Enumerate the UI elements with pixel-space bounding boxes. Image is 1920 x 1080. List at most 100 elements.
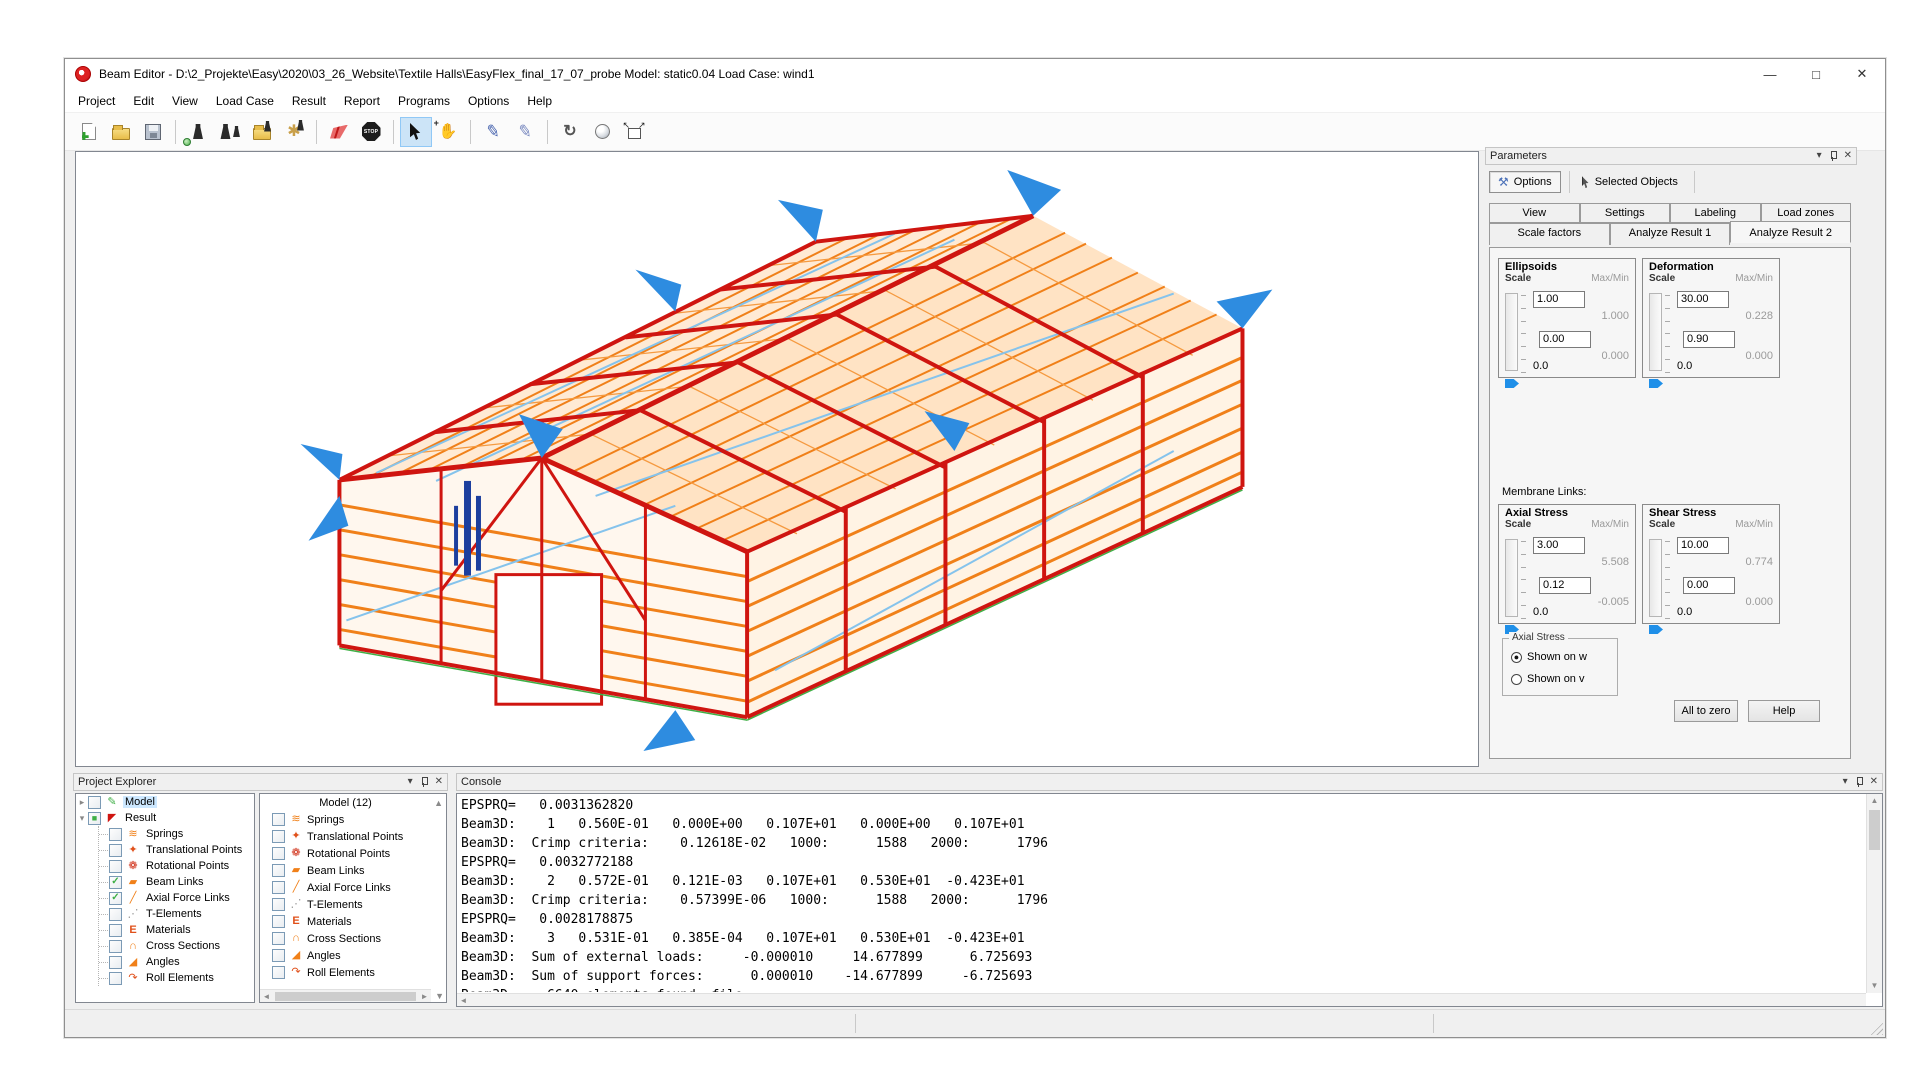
console-horizontal-scrollbar[interactable]: ◄ <box>457 993 1866 1006</box>
radio-shown-on-w[interactable]: ● Shown on w <box>1511 651 1617 663</box>
tab-selected-objects[interactable]: Selected Objects <box>1574 173 1686 191</box>
all-to-zero-button[interactable]: All to zero <box>1674 700 1738 722</box>
roll-elements-checkbox[interactable] <box>272 966 285 979</box>
close-button[interactable]: ✕ <box>1839 59 1885 89</box>
cross-sections-checkbox[interactable] <box>109 940 122 953</box>
springs-checkbox[interactable] <box>272 813 285 826</box>
ellipsoids-slider-thumb[interactable] <box>1505 379 1519 388</box>
menu-result[interactable]: Result <box>283 91 335 111</box>
save-project-button[interactable] <box>137 117 169 147</box>
deformation-slider[interactable] <box>1649 293 1662 371</box>
roll-elements-checkbox[interactable] <box>109 972 122 985</box>
tree-item-cross-sections[interactable]: ∩ Cross Sections <box>99 938 254 954</box>
tab-load-zones[interactable]: Load zones <box>1761 203 1852 223</box>
add-load-case-button[interactable] <box>182 117 214 147</box>
shear-threshold-input[interactable]: 0.00 <box>1683 577 1735 594</box>
close-panel-icon[interactable]: ✕ <box>1844 151 1852 161</box>
tree-item-materials[interactable]: E Materials <box>99 922 254 938</box>
3d-viewport[interactable] <box>75 151 1479 767</box>
console-vertical-scrollbar[interactable]: ▲ ▼ <box>1866 794 1882 993</box>
angles-checkbox[interactable] <box>109 956 122 969</box>
axial-force-links-checkbox[interactable] <box>272 881 285 894</box>
ellipsoids-scale-input[interactable]: 1.00 <box>1533 291 1585 308</box>
dropdown-icon[interactable]: ▾ <box>408 777 413 787</box>
resize-grip[interactable] <box>1869 1021 1883 1035</box>
pin-icon[interactable] <box>1855 777 1863 787</box>
list-item-springs[interactable]: ≋ Springs <box>260 811 446 828</box>
tab-analyze-result-1[interactable]: Analyze Result 1 <box>1610 223 1731 245</box>
scroll-down-icon[interactable]: ▼ <box>1867 979 1882 993</box>
menu-programs[interactable]: Programs <box>389 91 459 111</box>
materials-checkbox[interactable] <box>109 924 122 937</box>
tab-analyze-result-2[interactable]: Analyze Result 2 <box>1730 221 1851 243</box>
scroll-down-icon[interactable]: ▼ <box>435 991 444 1001</box>
chevron-down-icon[interactable]: ▾ <box>76 813 88 824</box>
show-results-button[interactable] <box>323 117 355 147</box>
dropdown-icon[interactable]: ▾ <box>1817 151 1822 161</box>
tree-item-axial-force-links[interactable]: ✓ ╱ Axial Force Links <box>99 890 254 906</box>
new-project-button[interactable]: ✚ <box>73 117 105 147</box>
radio-v-icon[interactable] <box>1511 674 1522 685</box>
tab-view[interactable]: View <box>1489 203 1580 223</box>
tab-settings[interactable]: Settings <box>1580 203 1671 223</box>
rotational-points-checkbox[interactable] <box>272 847 285 860</box>
list-item-materials[interactable]: E Materials <box>260 913 446 930</box>
menu-project[interactable]: Project <box>69 91 124 111</box>
axial-threshold-input[interactable]: 0.12 <box>1539 577 1591 594</box>
tree-item-rotational-points[interactable]: ❁ Rotational Points <box>99 858 254 874</box>
tab-labeling[interactable]: Labeling <box>1670 203 1761 223</box>
cross-sections-checkbox[interactable] <box>272 932 285 945</box>
tree-item-result[interactable]: ▾ ■ ◤ Result <box>76 810 254 826</box>
translational-points-checkbox[interactable] <box>272 830 285 843</box>
draw-beam-button[interactable]: ✎ <box>477 117 509 147</box>
tree-item-roll-elements[interactable]: ↷ Roll Elements <box>99 970 254 986</box>
scrollbar-thumb[interactable] <box>275 992 416 1001</box>
t-elements-checkbox[interactable] <box>109 908 122 921</box>
angles-checkbox[interactable] <box>272 949 285 962</box>
scroll-right-icon[interactable]: ► <box>418 992 431 1001</box>
open-project-button[interactable] <box>105 117 137 147</box>
pin-icon[interactable] <box>420 777 428 787</box>
list-item-beam-links[interactable]: ▰ Beam Links <box>260 862 446 879</box>
chevron-right-icon[interactable]: ▸ <box>76 797 88 808</box>
menu-help[interactable]: Help <box>518 91 561 111</box>
t-elements-checkbox[interactable] <box>272 898 285 911</box>
materials-checkbox[interactable] <box>272 915 285 928</box>
list-item-cross-sections[interactable]: ∩ Cross Sections <box>260 930 446 947</box>
tree-item-t-elements[interactable]: ⋰ T-Elements <box>99 906 254 922</box>
deformation-scale-input[interactable]: 30.00 <box>1677 291 1729 308</box>
select-tool-button[interactable] <box>400 117 432 147</box>
tree-item-springs[interactable]: ≋ Springs <box>99 826 254 842</box>
tab-options[interactable]: ⚒ Options <box>1489 171 1561 193</box>
help-button[interactable]: Help <box>1748 700 1820 722</box>
list-item-angles[interactable]: ◢ Angles <box>260 947 446 964</box>
tree-item-translational-points[interactable]: ✦ Translational Points <box>99 842 254 858</box>
tab-scale-factors[interactable]: Scale factors <box>1489 223 1610 245</box>
deformation-threshold-input[interactable]: 0.90 <box>1683 331 1735 348</box>
scroll-left-icon[interactable]: ◄ <box>260 992 273 1001</box>
translational-points-checkbox[interactable] <box>109 844 122 857</box>
zoom-view-button[interactable] <box>586 117 618 147</box>
menu-load-case[interactable]: Load Case <box>207 91 283 111</box>
deformation-slider-thumb[interactable] <box>1649 379 1663 388</box>
rotate-view-button[interactable]: ↻ <box>554 117 586 147</box>
tree-item-model[interactable]: ▸ ✎ Model <box>76 794 254 810</box>
radio-w-icon[interactable]: ● <box>1511 652 1522 663</box>
draw-link-button[interactable]: ✎ <box>509 117 541 147</box>
list-item-translational-points[interactable]: ✦ Translational Points <box>260 828 446 845</box>
import-load-case-button[interactable] <box>246 117 278 147</box>
list-item-axial-force-links[interactable]: ╱ Axial Force Links <box>260 879 446 896</box>
dropdown-icon[interactable]: ▾ <box>1843 777 1848 787</box>
scrollbar-thumb[interactable] <box>1869 810 1880 850</box>
load-case-settings-button[interactable]: ✱ <box>278 117 310 147</box>
load-cases-button[interactable] <box>214 117 246 147</box>
axial-scale-input[interactable]: 3.00 <box>1533 537 1585 554</box>
minimize-button[interactable]: — <box>1747 59 1793 89</box>
shear-slider-thumb[interactable] <box>1649 625 1663 634</box>
scroll-up-icon[interactable]: ▲ <box>1867 794 1882 808</box>
list-item-t-elements[interactable]: ⋰ T-Elements <box>260 896 446 913</box>
list-item-roll-elements[interactable]: ↷ Roll Elements <box>260 964 446 981</box>
horizontal-scrollbar[interactable]: ◄ ► <box>260 989 431 1002</box>
ellipsoids-threshold-input[interactable]: 0.00 <box>1539 331 1591 348</box>
list-item-rotational-points[interactable]: ❁ Rotational Points <box>260 845 446 862</box>
